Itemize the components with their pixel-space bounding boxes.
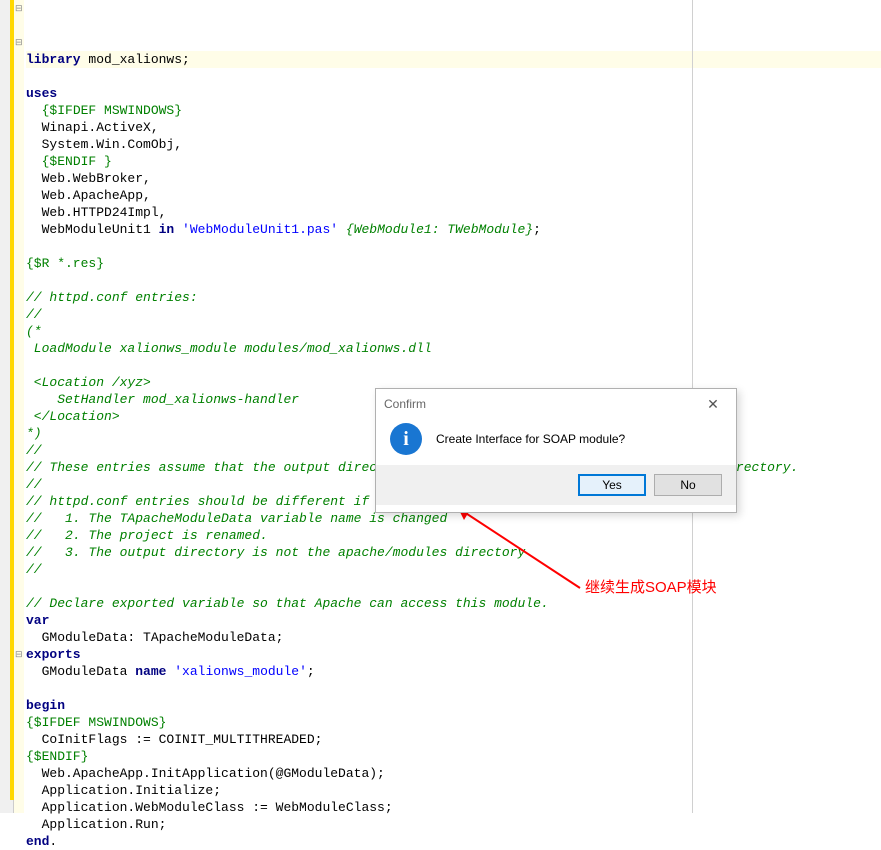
code-line[interactable]: Web.ApacheApp, <box>26 187 881 204</box>
confirm-dialog: Confirm ✕ i Create Interface for SOAP mo… <box>375 388 737 513</box>
code-line[interactable]: library mod_xalionws; <box>26 51 881 68</box>
code-line[interactable]: Winapi.ActiveX, <box>26 119 881 136</box>
code-line[interactable]: {$ENDIF } <box>26 153 881 170</box>
dialog-body: i Create Interface for SOAP module? <box>376 419 736 465</box>
close-button[interactable]: ✕ <box>698 394 728 414</box>
no-button[interactable]: No <box>654 474 722 496</box>
yes-button[interactable]: Yes <box>578 474 646 496</box>
code-line[interactable]: WebModuleUnit1 in 'WebModuleUnit1.pas' {… <box>26 221 881 238</box>
code-line[interactable]: Web.ApacheApp.InitApplication(@GModuleDa… <box>26 765 881 782</box>
code-line[interactable] <box>26 238 881 255</box>
code-line[interactable]: GModuleData name 'xalionws_module'; <box>26 663 881 680</box>
code-line[interactable] <box>26 357 881 374</box>
line-gutter <box>0 0 14 813</box>
annotation-arrow <box>440 498 600 608</box>
code-line[interactable]: {$IFDEF MSWINDOWS} <box>26 714 881 731</box>
code-line[interactable] <box>26 680 881 697</box>
fold-toggle-icon[interactable]: ⊟ <box>15 649 23 660</box>
code-line[interactable]: var <box>26 612 881 629</box>
code-line[interactable]: Web.WebBroker, <box>26 170 881 187</box>
code-line[interactable] <box>26 272 881 289</box>
code-line[interactable]: {$ENDIF} <box>26 748 881 765</box>
code-line[interactable]: {$R *.res} <box>26 255 881 272</box>
code-line[interactable]: exports <box>26 646 881 663</box>
code-line[interactable]: (* <box>26 323 881 340</box>
code-line[interactable]: uses <box>26 85 881 102</box>
code-line[interactable]: begin <box>26 697 881 714</box>
code-line[interactable]: Application.Run; <box>26 816 881 833</box>
fold-toggle-icon[interactable]: ⊟ <box>15 37 23 48</box>
code-line[interactable]: Application.Initialize; <box>26 782 881 799</box>
code-line[interactable]: end. <box>26 833 881 850</box>
code-line[interactable]: CoInitFlags := COINIT_MULTITHREADED; <box>26 731 881 748</box>
dialog-title: Confirm <box>384 397 426 411</box>
fold-column[interactable]: ⊟ ⊟ ⊟ <box>14 0 24 813</box>
code-line[interactable]: LoadModule xalionws_module modules/mod_x… <box>26 340 881 357</box>
code-line[interactable]: GModuleData: TApacheModuleData; <box>26 629 881 646</box>
code-line[interactable]: Web.HTTPD24Impl, <box>26 204 881 221</box>
code-line[interactable]: // httpd.conf entries: <box>26 289 881 306</box>
info-icon: i <box>390 423 422 455</box>
close-icon: ✕ <box>707 396 719 413</box>
annotation-text: 继续生成SOAP模块 <box>585 576 717 597</box>
dialog-titlebar[interactable]: Confirm ✕ <box>376 389 736 419</box>
dialog-message: Create Interface for SOAP module? <box>436 432 625 446</box>
code-line[interactable]: {$IFDEF MSWINDOWS} <box>26 102 881 119</box>
dialog-button-row: Yes No <box>376 465 736 505</box>
fold-toggle-icon[interactable]: ⊟ <box>15 3 23 14</box>
code-line[interactable]: // <box>26 306 881 323</box>
code-line[interactable] <box>26 68 881 85</box>
code-line[interactable]: System.Win.ComObj, <box>26 136 881 153</box>
code-line[interactable]: Application.WebModuleClass := WebModuleC… <box>26 799 881 816</box>
